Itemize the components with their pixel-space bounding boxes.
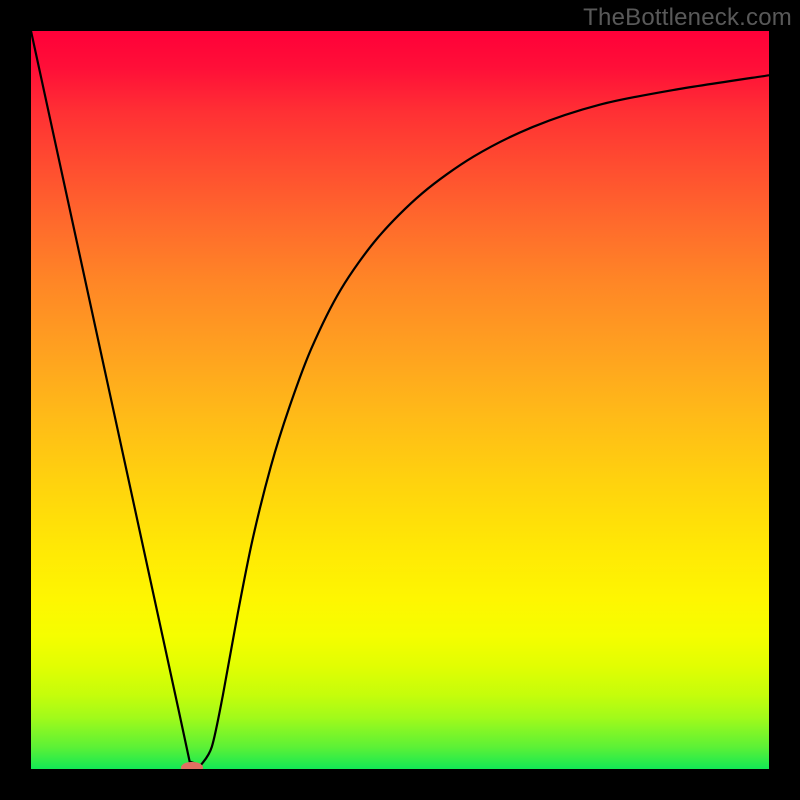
chart-frame: TheBottleneck.com <box>0 0 800 800</box>
bottleneck-curve <box>31 31 769 769</box>
optimum-marker <box>181 762 203 769</box>
plot-area <box>31 31 769 769</box>
watermark-text: TheBottleneck.com <box>583 4 792 32</box>
